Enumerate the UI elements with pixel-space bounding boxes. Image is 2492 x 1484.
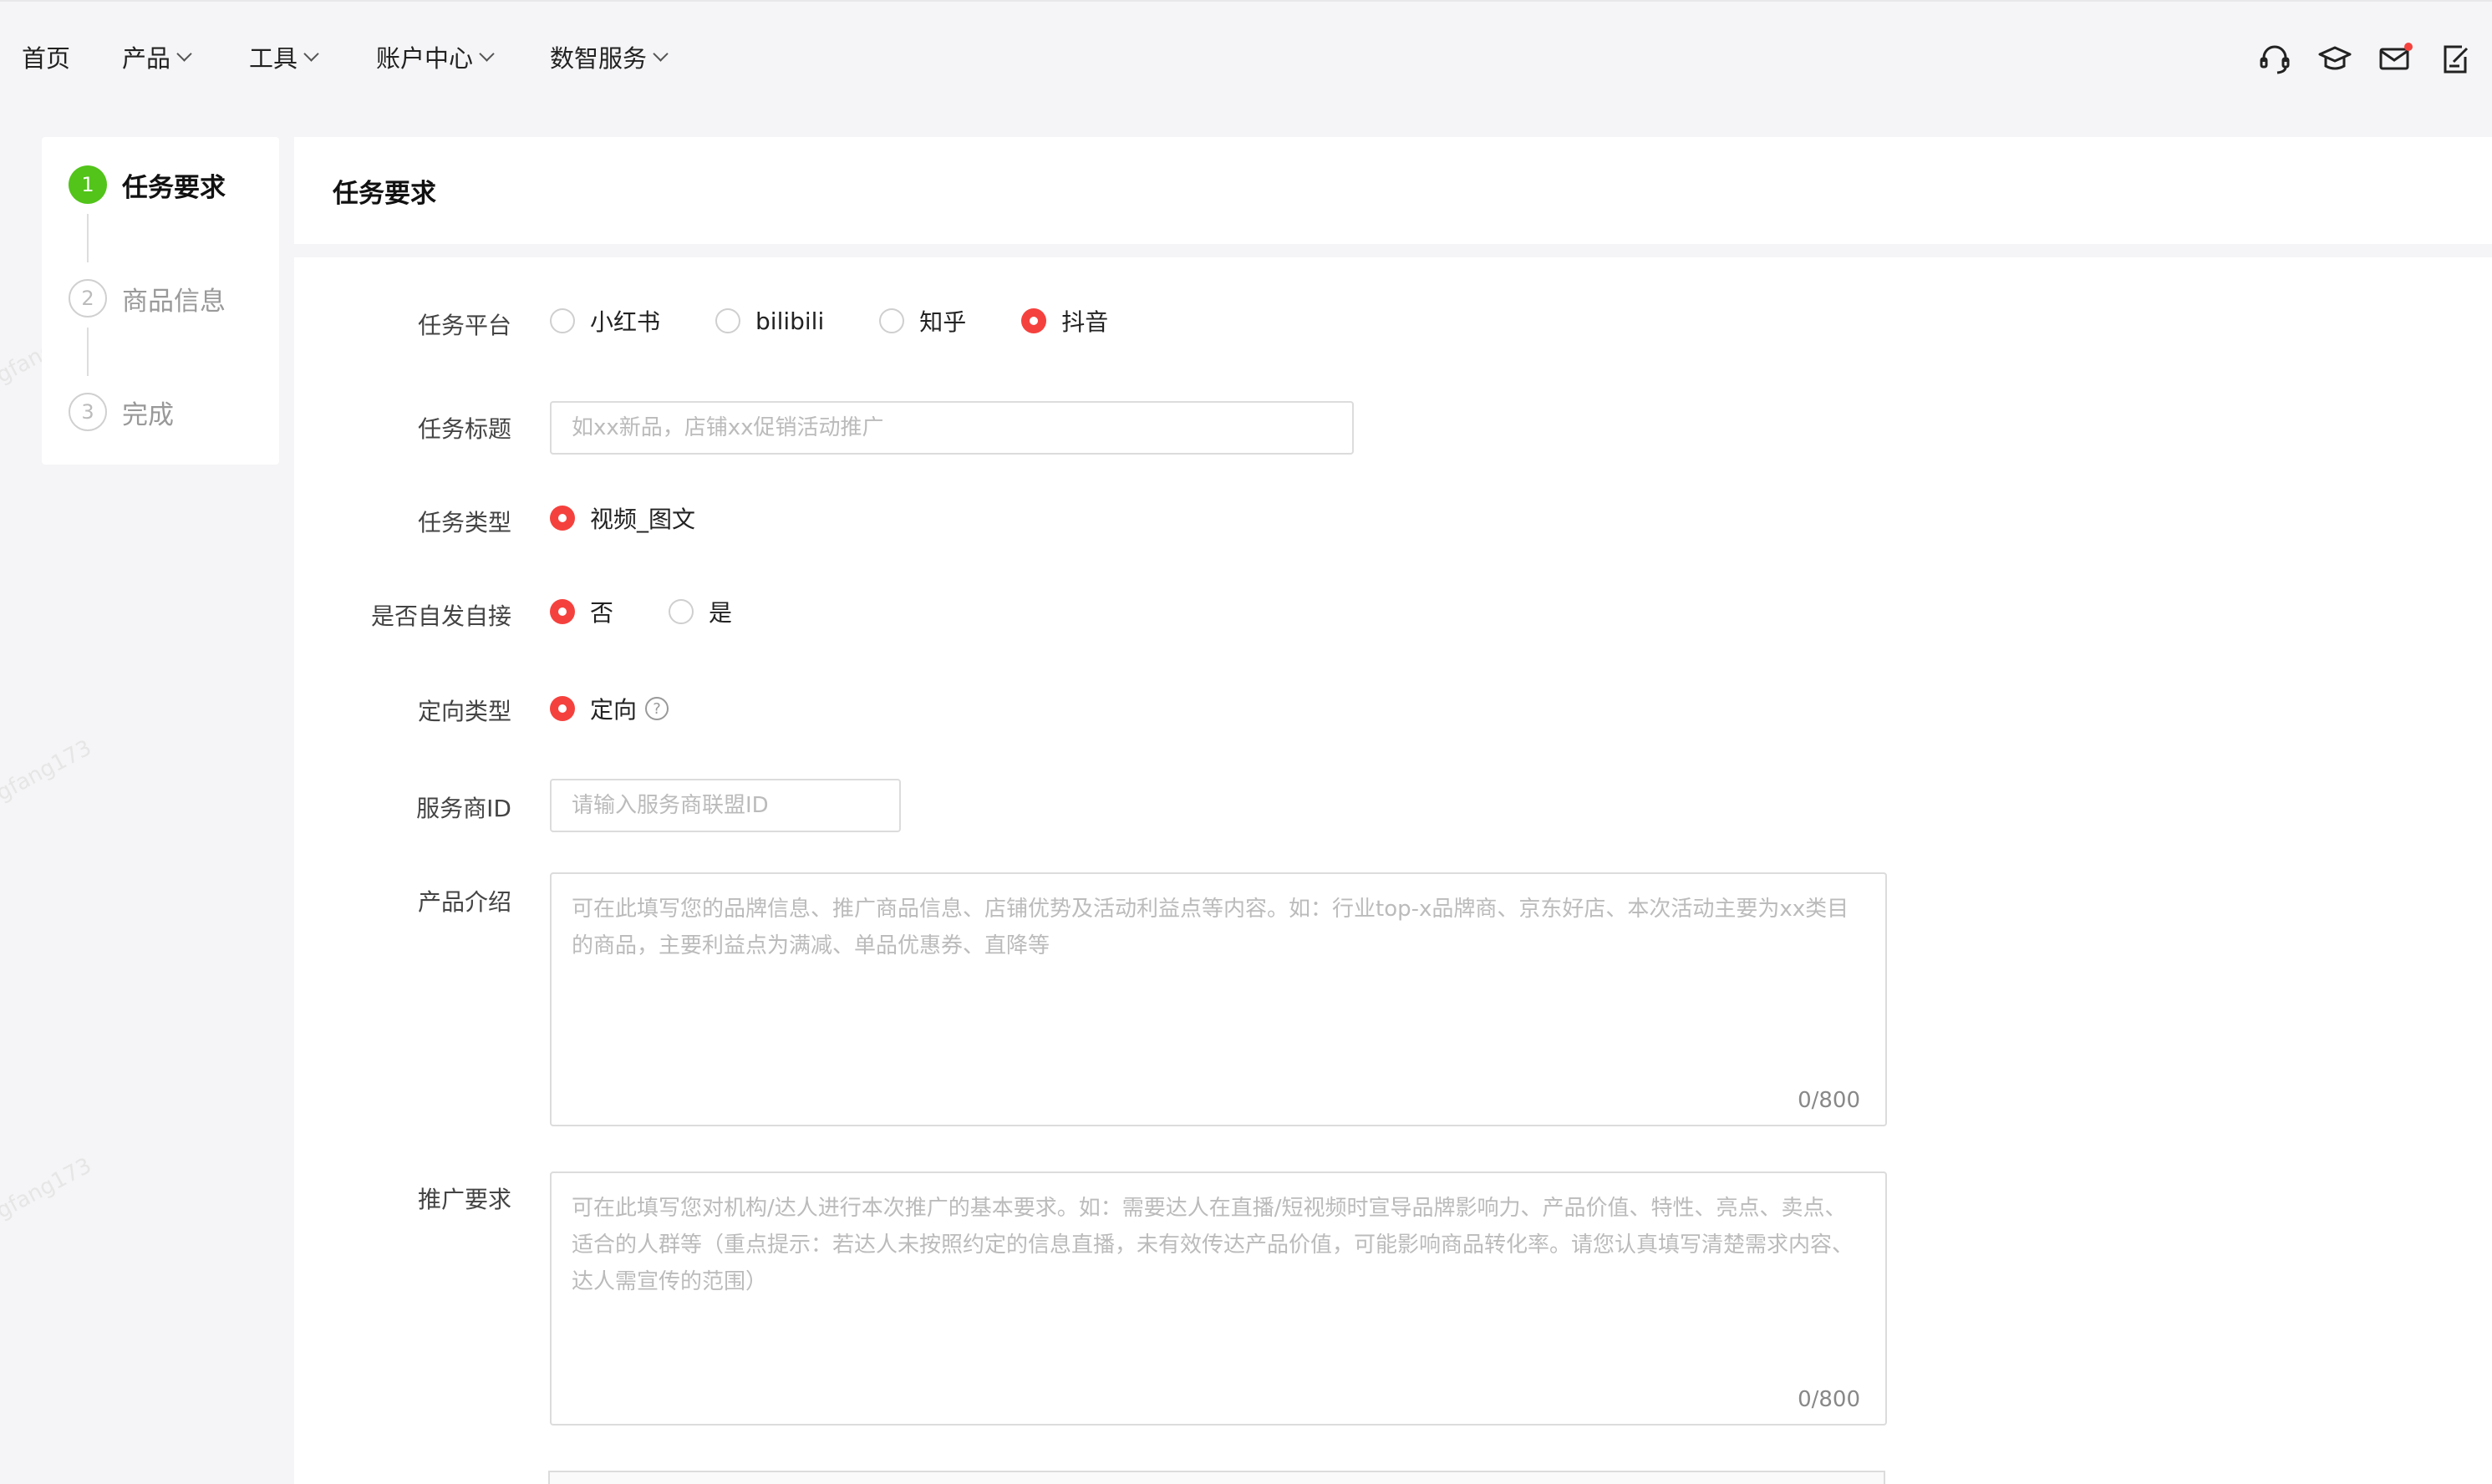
radio-zhihu[interactable]: 知乎 xyxy=(879,304,966,338)
target-type-radio-group: 定向 ? xyxy=(550,692,669,725)
nav-tools[interactable]: 工具 xyxy=(249,38,319,75)
self-post-label: 是否自发自接 xyxy=(370,602,511,630)
radio-dot xyxy=(715,308,741,333)
radio-douyin[interactable]: 抖音 xyxy=(1021,304,1108,338)
step-connector xyxy=(87,328,89,376)
step-label: 任务要求 xyxy=(122,172,226,203)
title-label: 任务标题 xyxy=(417,415,511,443)
radio-video-image[interactable]: 视频_图文 xyxy=(550,501,695,535)
task-form: 任务平台 小红书 bilibili 知乎 抖音 任务标题 任务类型 视频_图文 … xyxy=(294,257,2492,1484)
step-label: 完成 xyxy=(122,399,174,430)
product-intro-field: 0/800 xyxy=(550,872,1887,1126)
promo-req-label: 推广要求 xyxy=(417,1186,511,1213)
radio-dot xyxy=(1021,308,1047,333)
radio-dot xyxy=(550,308,575,333)
product-intro-label: 产品介绍 xyxy=(417,888,511,916)
promo-req-field: 0/800 xyxy=(550,1171,1887,1426)
nav-data-services[interactable]: 数智服务 xyxy=(550,38,669,75)
question-circle-icon[interactable]: ? xyxy=(645,697,669,720)
step-label: 商品信息 xyxy=(122,286,226,317)
chevron-down-icon xyxy=(479,45,495,62)
watermark-text: wangfang173 xyxy=(0,1153,96,1245)
steps-panel: 1 任务要求 2 商品信息 3 完成 xyxy=(42,137,279,465)
step-number: 3 xyxy=(69,393,107,431)
promo-req-textarea[interactable] xyxy=(552,1173,1885,1424)
product-intro-textarea[interactable] xyxy=(552,874,1885,1125)
radio-bilibili[interactable]: bilibili xyxy=(715,307,824,335)
char-counter: 0/800 xyxy=(1798,1088,1860,1113)
task-title-input[interactable] xyxy=(550,401,1354,455)
nav-account-center[interactable]: 账户中心 xyxy=(376,38,495,75)
chevron-down-icon xyxy=(653,45,669,62)
radio-xiaohongshu[interactable]: 小红书 xyxy=(550,304,660,338)
nav-home[interactable]: 首页 xyxy=(22,38,70,75)
graduation-cap-icon[interactable] xyxy=(2317,40,2353,77)
radio-dot xyxy=(550,696,575,721)
provider-id-input[interactable] xyxy=(550,779,901,832)
char-counter: 0/800 xyxy=(1798,1387,1860,1412)
radio-targeted[interactable]: 定向 xyxy=(550,692,637,725)
mail-icon[interactable] xyxy=(2377,40,2413,77)
radio-no[interactable]: 否 xyxy=(550,595,613,628)
step-task-requirements[interactable]: 1 任务要求 xyxy=(69,165,226,204)
platform-radio-group: 小红书 bilibili 知乎 抖音 xyxy=(550,304,1163,338)
radio-dot xyxy=(550,506,575,531)
platform-label: 任务平台 xyxy=(417,312,511,339)
self-post-radio-group: 否 是 xyxy=(550,595,787,628)
next-field-edge xyxy=(548,1471,1885,1484)
chevron-down-icon xyxy=(176,45,192,62)
target-type-label: 定向类型 xyxy=(417,698,511,725)
radio-dot xyxy=(550,599,575,624)
radio-dot xyxy=(669,599,694,624)
clipboard-edit-icon[interactable] xyxy=(2437,40,2474,77)
top-nav: 首页 产品 工具 账户中心 数智服务 xyxy=(0,0,2492,112)
step-number: 2 xyxy=(69,279,107,318)
radio-dot xyxy=(879,308,905,333)
step-complete[interactable]: 3 完成 xyxy=(69,393,174,431)
headset-icon[interactable] xyxy=(2256,40,2293,77)
nav-products[interactable]: 产品 xyxy=(122,38,192,75)
radio-yes[interactable]: 是 xyxy=(669,595,732,628)
chevron-down-icon xyxy=(303,45,319,62)
task-type-label: 任务类型 xyxy=(417,509,511,536)
step-connector xyxy=(87,214,89,262)
step-product-info[interactable]: 2 商品信息 xyxy=(69,279,226,318)
provider-id-label: 服务商ID xyxy=(416,795,511,822)
page-title: 任务要求 xyxy=(333,179,436,209)
step-number: 1 xyxy=(69,165,107,204)
task-type-radio-group: 视频_图文 xyxy=(550,501,750,535)
section-header: 任务要求 xyxy=(294,137,2492,244)
watermark-text: wangfang173 xyxy=(0,735,96,827)
